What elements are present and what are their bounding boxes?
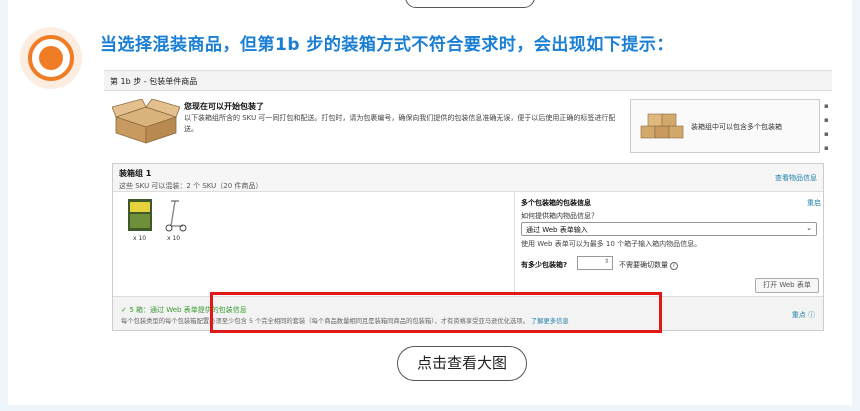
packing-info-form: 多个包装箱的包装信息 重启 如何提供箱内物品信息？ 通过 Web 表单输入 ⌄ … [521,198,821,296]
stepper-icon[interactable]: ⇕ [604,258,609,265]
reset-link[interactable]: 重启 [807,198,821,208]
highlight-box [210,292,662,333]
view-item-info-link[interactable]: 查看物品信息 [775,173,817,183]
group-subtitle: 这些 SKU 可以混装：2 个 SKU（20 件商品） [119,182,263,190]
side-icon-1[interactable]: ▪ [824,99,832,113]
open-web-form-button[interactable]: 打开 Web 表单 [755,278,819,293]
side-icon-4[interactable]: ▪ [824,141,832,155]
product-qty-2: x 10 [167,235,181,242]
no-exact-count-note: 不需要确切数量 i [619,260,678,270]
step-label: 第 1b 步 - 包装单件商品 [104,71,832,91]
key-info-link[interactable]: 重点 ⓘ [792,310,815,320]
info-icon[interactable]: i [670,262,678,270]
chevron-down-icon: ⌄ [806,224,812,232]
previous-view-large-button[interactable] [405,0,535,8]
product-area: x 10 x 10 [113,192,515,296]
side-icon-3[interactable]: ▪ [824,127,832,141]
open-box-icon [112,99,180,144]
box-count-input[interactable]: ⇕ [577,256,613,270]
intro-text: 以下装箱组所含的 SKU 可一同打包和配送。打包时，请为包裹编号，确保向我们提供… [184,114,616,133]
headline: 当选择混装商品，但第1b 步的装箱方式不符合要求时，会出现如下提示： [100,35,674,55]
badge-dot [39,46,63,70]
group-title: 装箱组 1 [119,169,152,178]
stacked-boxes-icon [640,113,684,139]
side-icon-2[interactable]: ▪ [824,113,832,127]
no-exact-count-text: 不需要确切数量 [619,261,668,269]
help-text: 使用 Web 表单可以为最多 10 个箱子输入箱内物品信息。 [521,240,702,248]
tip-text: 装箱组中可以包含多个包装箱 [691,123,782,131]
box-count-label: 有多少包装箱? [521,261,568,269]
product-image-1[interactable] [127,198,153,232]
group-header: 装箱组 1 这些 SKU 可以混装：2 个 SKU（20 件商品） 查看物品信息 [113,164,823,192]
side-toolbar: ▪ ▪ ▪ ▪ [824,99,832,169]
intro-title: 您现在可以开始包装了 [184,102,264,111]
question-label: 如何提供箱内物品信息？ [521,212,598,220]
orange-circle-icon [20,27,82,89]
key-info-text: 重点 [791,311,806,319]
tip-card: 装箱组中可以包含多个包装箱 [630,99,820,153]
product-image-2[interactable] [161,198,187,232]
input-method-select[interactable]: 通过 Web 表单输入 ⌄ [521,222,817,236]
select-value: 通过 Web 表单输入 [526,226,588,234]
view-large-image-button[interactable]: 点击查看大图 [397,346,527,381]
form-title: 多个包装箱的包装信息 [521,199,591,207]
product-qty-1: x 10 [133,235,147,242]
